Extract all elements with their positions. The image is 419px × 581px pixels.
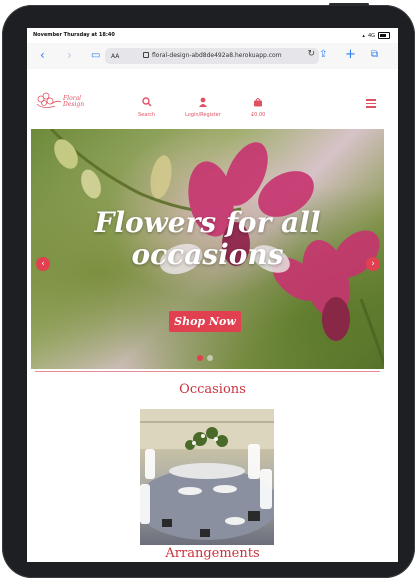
status-time: November Thursday at 18:40 <box>33 32 115 38</box>
hamburger-icon[interactable] <box>366 99 376 108</box>
carousel-indicators <box>197 355 213 361</box>
plus-icon[interactable]: + <box>345 47 356 62</box>
hero-title-line-2: occasions <box>131 238 284 271</box>
logo-line-2: Design <box>63 101 85 108</box>
banquet-table-image <box>140 409 274 540</box>
nav-cart-total: £0.00 <box>251 112 266 118</box>
hero-title-line-1: Flowers for all <box>94 206 321 239</box>
status-bar: November Thursday at 18:40 ▴ 4G <box>27 28 398 42</box>
search-icon <box>141 97 152 107</box>
nav-account[interactable]: Login/Register <box>185 92 221 118</box>
reload-icon[interactable]: ↻ <box>307 49 315 59</box>
network-label: 4G <box>367 32 375 39</box>
occasions-heading: Occasions <box>179 382 246 397</box>
carousel-next-button[interactable]: › <box>366 257 380 271</box>
hero-carousel: Flowers for all occasions <box>31 129 384 369</box>
carousel-prev-button[interactable]: ‹ <box>36 257 50 271</box>
lock-icon <box>143 52 149 58</box>
nav-search-label: Search <box>138 112 156 118</box>
chevron-right-icon[interactable]: › <box>67 48 72 62</box>
bag-icon <box>254 98 263 107</box>
site-navbar: Floral Design Search Login/Register £0.0… <box>27 83 398 123</box>
site-logo[interactable]: Floral Design <box>33 90 93 116</box>
section-divider <box>35 371 380 372</box>
book-icon[interactable]: ▭ <box>91 50 100 61</box>
occasions-image[interactable] <box>140 409 274 545</box>
shop-now-button[interactable]: Shop Now <box>169 311 241 332</box>
url-text[interactable]: floral-design-abd8de492a8.herokuapp.com <box>152 52 282 59</box>
browser-toolbar: ‹ › ▭ AA floral-design-abd8de492a8.herok… <box>27 43 398 69</box>
screen: November Thursday at 18:40 ▴ 4G ‹ › ▭ AA… <box>27 28 398 562</box>
chevron-left-icon[interactable]: ‹ <box>40 48 45 62</box>
hero-title: Flowers for all occasions <box>31 207 384 271</box>
chevron-right-icon: › <box>371 259 375 269</box>
user-icon <box>198 97 207 107</box>
chevron-left-icon: ‹ <box>41 259 45 269</box>
battery-icon <box>378 32 390 39</box>
status-right: ▴ 4G <box>362 32 390 39</box>
wifi-icon: ▴ <box>362 32 365 39</box>
address-bar[interactable]: AA floral-design-abd8de492a8.herokuapp.c… <box>105 48 319 64</box>
text-size-button[interactable]: AA <box>111 53 119 60</box>
power-button <box>329 3 369 6</box>
logo-text: Floral Design <box>63 96 84 108</box>
arrangements-heading: Arrangements <box>165 546 260 561</box>
share-icon[interactable]: ⇪ <box>319 49 327 60</box>
nav-search[interactable]: Search <box>138 92 155 118</box>
tabs-icon[interactable]: ⧉ <box>371 49 378 60</box>
nav-cart[interactable]: £0.00 <box>251 92 265 118</box>
tablet-frame: November Thursday at 18:40 ▴ 4G ‹ › ▭ AA… <box>2 3 415 578</box>
carousel-dot-1[interactable] <box>197 355 203 361</box>
flower-logo-icon <box>36 92 62 108</box>
carousel-dot-2[interactable] <box>207 355 213 361</box>
nav-account-label: Login/Register <box>185 112 221 118</box>
